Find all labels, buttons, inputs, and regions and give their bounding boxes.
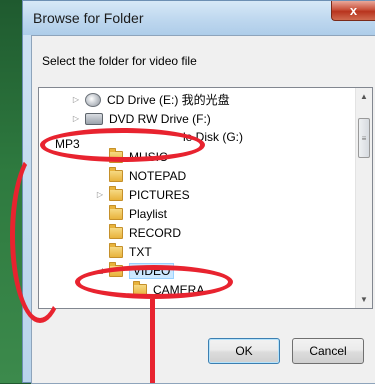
- folder-icon: [109, 242, 123, 258]
- tree-item-label: NOTEPAD: [129, 168, 187, 183]
- folder-icon: [109, 223, 123, 239]
- tree-item-label: DVD RW Drive (F:): [109, 111, 211, 126]
- tree-item-label: Playlist: [129, 206, 168, 221]
- curved-arrow-annotation: [10, 148, 70, 323]
- ok-button[interactable]: OK: [208, 338, 280, 364]
- folder-icon: [109, 185, 123, 201]
- prompt-text: Select the folder for video file: [42, 54, 197, 68]
- cd-drive-icon: [85, 92, 101, 107]
- tree-item-label: PICTURES: [129, 187, 190, 202]
- tree-item-label: TXT: [129, 244, 152, 259]
- scroll-down-arrow-icon[interactable]: ▼: [356, 291, 372, 308]
- tree-item-dvd-rw-drive[interactable]: ▷ DVD RW Drive (F:): [71, 109, 211, 128]
- dialog-body: Select the folder for video file ▷ CD Dr…: [31, 35, 375, 384]
- tree-item-label: RECORD: [129, 225, 182, 240]
- folder-icon: [109, 166, 123, 182]
- dvd-rw-drive-icon: [85, 112, 103, 125]
- pointer-line-annotation: [150, 299, 155, 383]
- browse-for-folder-dialog: Browse for Folder x Select the folder fo…: [22, 0, 375, 384]
- title-bar[interactable]: Browse for Folder: [23, 1, 375, 35]
- expand-arrow-icon[interactable]: ▷: [71, 95, 81, 105]
- scroll-thumb[interactable]: ≡: [358, 118, 370, 158]
- tree-item-pictures[interactable]: ▷ PICTURES: [95, 185, 190, 204]
- tree-item-label: CD Drive (E:) 我的光盘: [107, 93, 230, 107]
- vertical-scrollbar[interactable]: ▲ ≡ ▼: [355, 88, 372, 308]
- expand-arrow-icon[interactable]: ▷: [95, 190, 105, 200]
- scroll-up-arrow-icon[interactable]: ▲: [356, 88, 372, 105]
- folder-icon: [109, 204, 123, 220]
- video-highlight-ellipse: [75, 265, 233, 299]
- tree-item-cd-drive[interactable]: ▷ CD Drive (E:) 我的光盘: [71, 90, 230, 109]
- expand-arrow-icon[interactable]: ▷: [71, 114, 81, 124]
- cancel-button[interactable]: Cancel: [292, 338, 364, 364]
- dialog-title: Browse for Folder: [33, 10, 144, 26]
- close-button[interactable]: x: [331, 1, 375, 21]
- tree-item-record[interactable]: RECORD: [109, 223, 181, 242]
- tree-item-notepad[interactable]: NOTEPAD: [109, 166, 186, 185]
- tree-item-playlist[interactable]: Playlist: [109, 204, 167, 223]
- tree-item-txt[interactable]: TXT: [109, 242, 152, 261]
- mp3-annotation-label: MP3: [55, 137, 80, 151]
